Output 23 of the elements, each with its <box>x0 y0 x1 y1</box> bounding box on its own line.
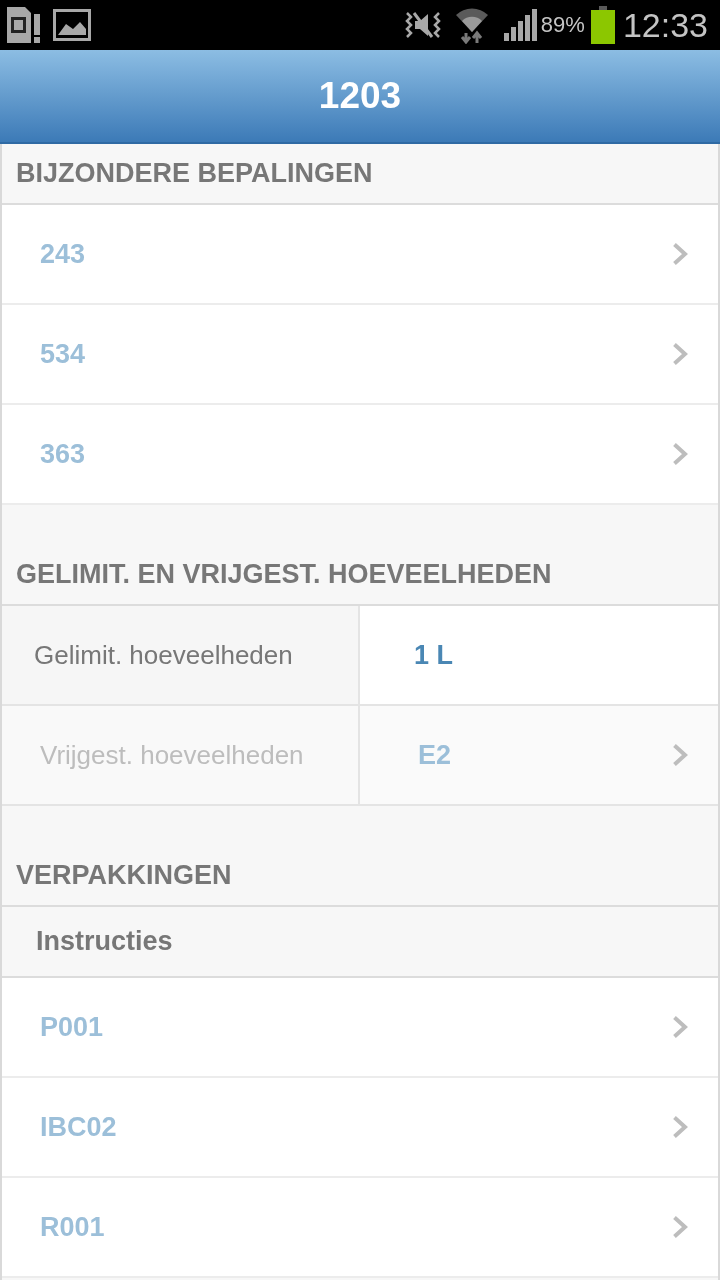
chevron-icon <box>672 1215 688 1239</box>
list-item[interactable]: 534 <box>2 305 718 405</box>
signal-icon <box>502 9 537 41</box>
silent-mode-icon <box>404 10 441 40</box>
battery-icon <box>590 6 615 44</box>
list-item[interactable]: IBC02 <box>2 1078 718 1178</box>
table-cell: 1 L <box>360 606 718 704</box>
chevron-icon <box>672 442 688 466</box>
clock-time: 12:33 <box>622 5 708 45</box>
page-title: 1203 <box>318 75 402 117</box>
list-item[interactable]: R001 <box>2 1178 718 1278</box>
wifi-icon <box>454 6 489 44</box>
list-item[interactable]: 363 <box>2 405 718 505</box>
battery-percent: 89% <box>540 12 585 38</box>
chevron-icon <box>672 1015 688 1039</box>
list-item[interactable]: P001 <box>2 978 718 1078</box>
chevron-icon <box>672 743 688 767</box>
image-icon <box>53 9 91 41</box>
chevron-icon <box>672 1115 688 1139</box>
list-item[interactable]: 243 <box>2 205 718 305</box>
chevron-icon <box>672 342 688 366</box>
chevron-icon <box>672 242 688 266</box>
sim-card-icon <box>5 6 41 44</box>
